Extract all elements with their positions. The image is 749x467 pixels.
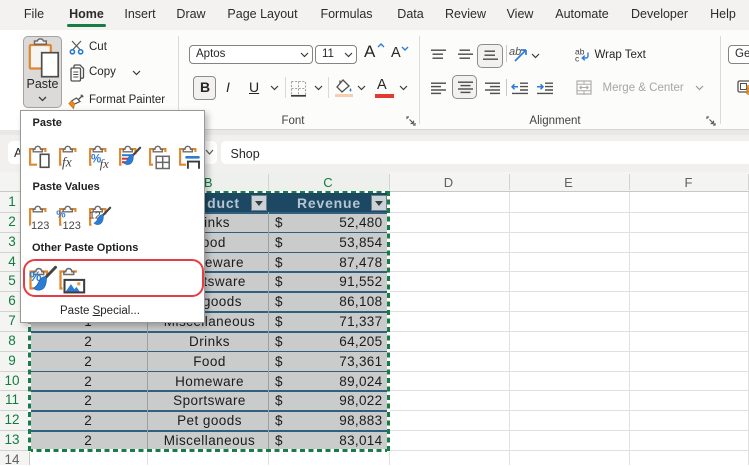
svg-text:123: 123 [62,220,80,232]
svg-text:fx: fx [62,154,72,169]
svg-text:123: 123 [31,220,49,232]
svg-text:%: % [56,208,66,220]
svg-text:fx: fx [99,157,108,171]
